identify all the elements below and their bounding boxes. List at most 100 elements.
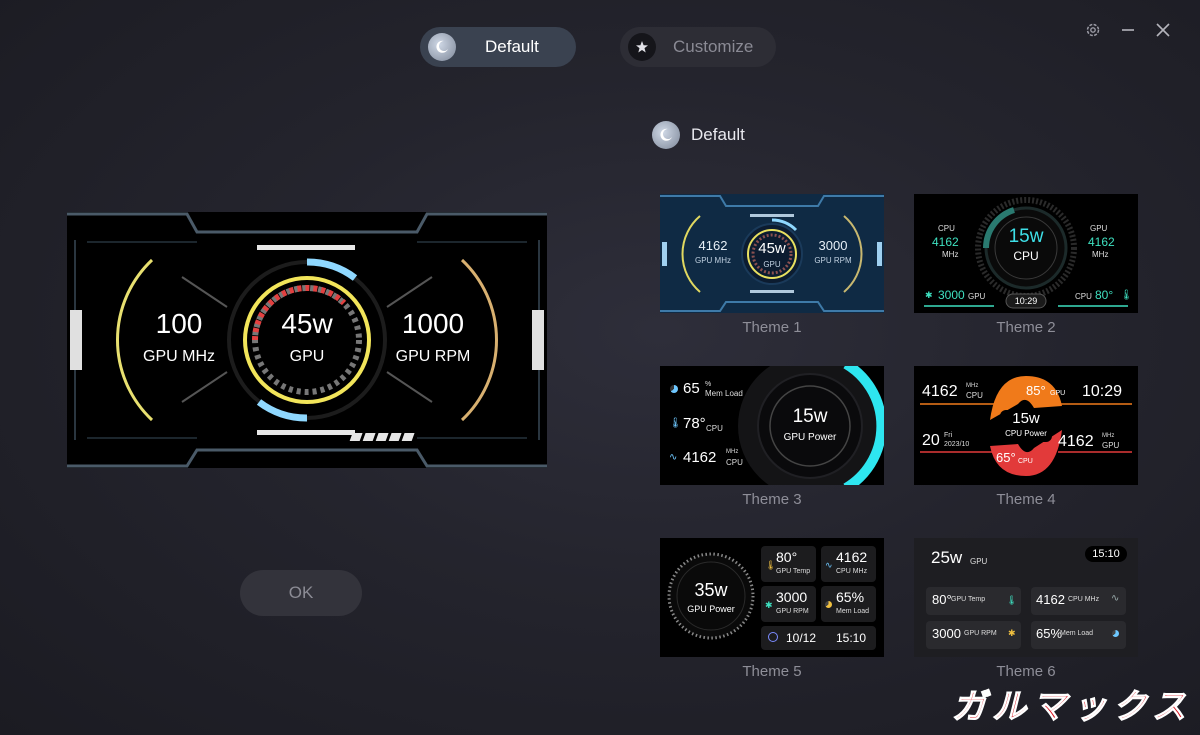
- theme-6-pulse-icon: ∿: [1111, 593, 1120, 604]
- theme-5-rpm-label: GPU RPM: [776, 608, 809, 615]
- theme-5-mhz-label: CPU MHz: [836, 568, 868, 575]
- theme-6-power-label: GPU: [970, 557, 988, 566]
- theme-6-mhz-value: 4162: [1036, 592, 1065, 607]
- moon-icon: [652, 121, 680, 149]
- theme-6-mhz-label: CPU MHz: [1068, 596, 1100, 603]
- tab-customize[interactable]: Customize: [620, 27, 776, 67]
- ok-button[interactable]: OK: [240, 570, 362, 616]
- theme-card-1[interactable]: 4162 GPU MHz 45w GPU 3000 GPU RPM Theme …: [660, 194, 884, 336]
- theme-2-caption: Theme 2: [996, 319, 1056, 336]
- theme-5-time: 15:10: [836, 631, 867, 645]
- theme-3-pie-icon: [670, 385, 678, 393]
- theme-4-caption: Theme 4: [996, 491, 1056, 508]
- tab-default[interactable]: Default: [420, 27, 576, 67]
- theme-5-date: 10/12: [786, 631, 817, 645]
- theme-4-month: 2023/10: [944, 441, 970, 448]
- theme-2-fan-icon: ✱: [925, 290, 933, 300]
- theme-3-thumbnail: 65 % Mem Load 🌡 78° CPU ∿ 4162 MHz CPU 1…: [660, 366, 884, 485]
- theme-5-fan-icon: ✱: [765, 600, 773, 610]
- watermark-logo: ガルマックス: [951, 686, 1188, 729]
- theme-4-day: 20: [922, 432, 940, 449]
- theme-2-cpu-label: CPU: [938, 224, 955, 233]
- theme-card-2[interactable]: CPU 4162 MHz GPU 4162 MHz 15w CPU 10:29 …: [914, 194, 1138, 336]
- theme-6-rpm-value: 3000: [932, 626, 961, 641]
- theme-5-thumbnail: 35w GPU Power 🌡 80° GPU Temp ∿ 4162 CPU …: [660, 538, 884, 657]
- theme-5-pie-icon: [825, 601, 832, 608]
- star-icon: [628, 33, 656, 61]
- theme-1-left-label: GPU MHz: [695, 256, 731, 265]
- theme-2-cpu-unit: MHz: [942, 250, 959, 259]
- theme-4-bottom-value: 65°: [996, 450, 1016, 465]
- theme-2-gpu-value: 4162: [1088, 235, 1115, 249]
- settings-gear-icon[interactable]: [1081, 18, 1105, 42]
- theme-1-center-label: GPU: [763, 260, 781, 269]
- theme-5-mhz-value: 4162: [836, 549, 868, 565]
- theme-6-thumbnail: 25w GPU 15:10 80° GPU Temp 🌡 4162 CPU MH…: [914, 538, 1138, 657]
- theme-section-header: Default: [652, 121, 745, 149]
- theme-3-load-label: Mem Load: [705, 389, 743, 398]
- theme-5-temp-value: 80°: [776, 549, 798, 565]
- theme-1-right-value: 3000: [818, 238, 848, 253]
- theme-2-rpm-label: GPU: [968, 292, 986, 301]
- tab-default-label: Default: [485, 37, 539, 56]
- theme-5-caption: Theme 5: [742, 663, 802, 680]
- theme-6-rpm-label: GPU RPM: [964, 630, 997, 637]
- theme-5-load-value: 65%: [836, 589, 865, 605]
- theme-3-center-value: 15w: [792, 406, 828, 427]
- theme-5-center-label: GPU Power: [687, 604, 735, 614]
- theme-2-thermometer-icon: 🌡: [1120, 290, 1133, 301]
- theme-4-bottom-label: CPU: [1018, 458, 1033, 465]
- theme-3-mhz-label: CPU: [726, 458, 743, 467]
- theme-6-power-value: 25w: [931, 548, 963, 567]
- theme-1-caption: Theme 1: [742, 319, 802, 336]
- theme-2-time: 10:29: [1014, 296, 1038, 306]
- theme-card-6[interactable]: 25w GPU 15:10 80° GPU Temp 🌡 4162 CPU MH…: [914, 538, 1138, 680]
- preview-center-value: 45w: [281, 308, 333, 339]
- preview-center-label: GPU: [289, 348, 325, 365]
- theme-3-mhz-value: 4162: [683, 449, 717, 466]
- close-icon[interactable]: [1151, 18, 1175, 42]
- preview-right-value: 1000: [401, 308, 465, 339]
- theme-3-temp-value: 78°: [683, 415, 706, 432]
- theme-5-clock-icon: [768, 632, 778, 642]
- theme-2-temp-value: 80°: [1095, 288, 1114, 302]
- theme-1-left-value: 4162: [698, 238, 728, 253]
- theme-6-time: 15:10: [1092, 548, 1120, 560]
- theme-3-mhz-unit: MHz: [726, 449, 739, 455]
- preview-left-label: GPU MHz: [143, 348, 215, 365]
- theme-1-center-value: 45w: [758, 240, 786, 257]
- theme-6-pie-icon: [1112, 630, 1119, 637]
- theme-2-center-value: 15w: [1008, 226, 1044, 247]
- theme-4-mhz-unit: MHz: [966, 383, 979, 389]
- theme-4-thumbnail: 4162 MHz CPU 85° GPU 10:29 15w CPU Power…: [914, 366, 1138, 485]
- theme-3-temp-label: CPU: [706, 424, 723, 433]
- theme-3-load-unit: %: [705, 381, 712, 388]
- theme-4-center-value: 15w: [1012, 410, 1040, 427]
- theme-5-pulse-icon: ∿: [825, 560, 833, 570]
- theme-1-thumbnail: 4162 GPU MHz 45w GPU 3000 GPU RPM: [660, 194, 884, 313]
- theme-2-center-label: CPU: [1013, 249, 1039, 263]
- theme-3-load-value: 65: [683, 380, 700, 397]
- theme-3-caption: Theme 3: [742, 491, 802, 508]
- theme-card-5[interactable]: 35w GPU Power 🌡 80° GPU Temp ∿ 4162 CPU …: [660, 538, 884, 680]
- theme-4-top-label: GPU: [1050, 390, 1066, 397]
- theme-5-center-value: 35w: [694, 580, 728, 600]
- theme-3-thermometer-icon: 🌡: [669, 418, 682, 429]
- theme-5-temp-label: GPU Temp: [776, 568, 811, 575]
- minimize-icon[interactable]: [1116, 18, 1140, 42]
- theme-2-rpm-value: 3000: [938, 288, 965, 302]
- theme-4-gpu-mhz-label: GPU: [1102, 441, 1120, 450]
- theme-6-temp-value: 80°: [932, 592, 952, 607]
- theme-3-pulse-icon: ∿: [669, 452, 678, 463]
- theme-6-load-label: Mem Load: [1060, 630, 1094, 637]
- theme-2-temp-label: CPU: [1075, 292, 1092, 301]
- theme-2-gpu-label: GPU: [1090, 224, 1108, 233]
- theme-section-title: Default: [691, 125, 745, 144]
- theme-2-cpu-value: 4162: [932, 235, 959, 249]
- theme-6-fan-icon: ✱: [1008, 628, 1016, 638]
- theme-6-load-value: 65%: [1036, 626, 1063, 641]
- theme-card-4[interactable]: 4162 MHz CPU 85° GPU 10:29 15w CPU Power…: [914, 366, 1138, 508]
- theme-card-3[interactable]: 65 % Mem Load 🌡 78° CPU ∿ 4162 MHz CPU 1…: [660, 366, 884, 508]
- preview-left-value: 100: [155, 308, 203, 339]
- theme-6-temp-label: GPU Temp: [951, 596, 986, 603]
